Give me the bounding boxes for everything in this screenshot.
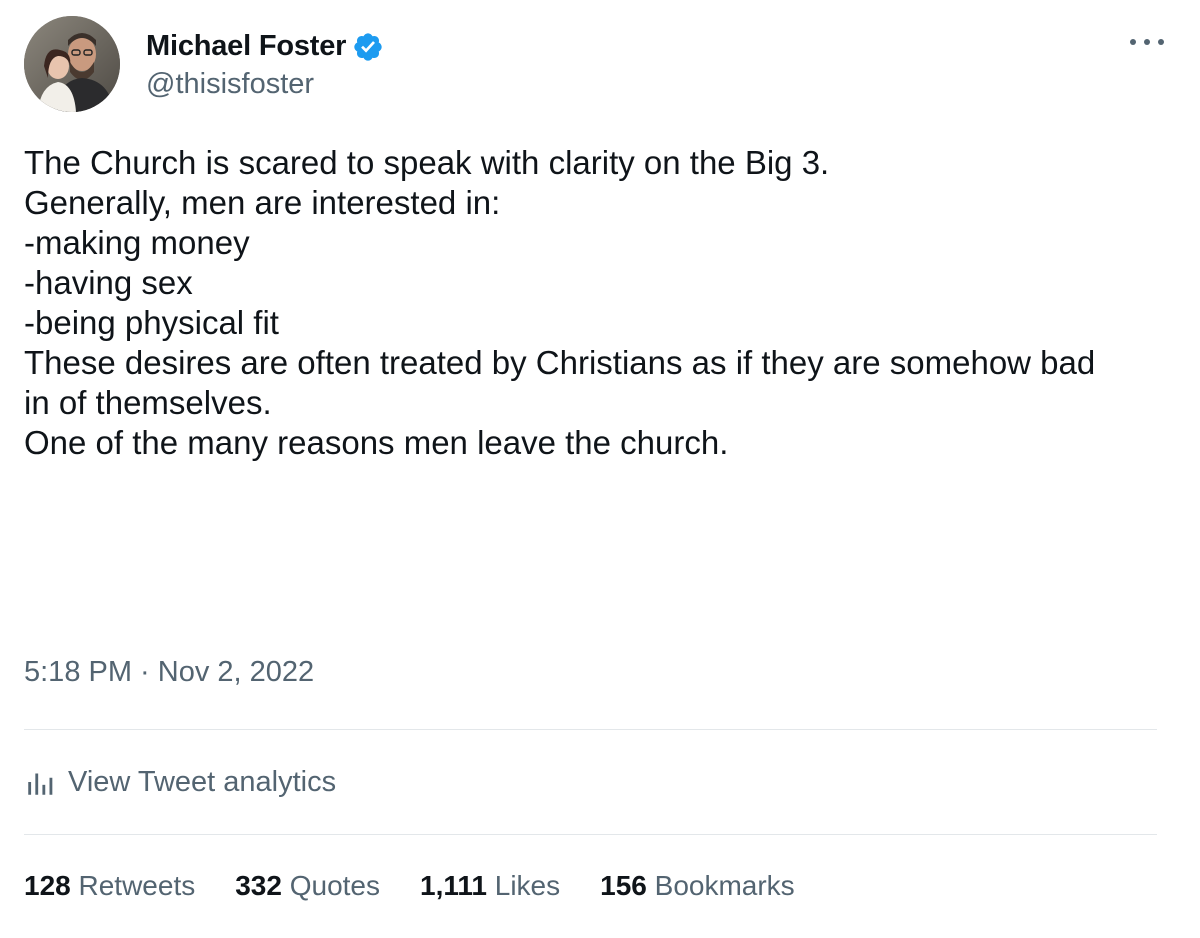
name-row: Michael Foster: [146, 28, 384, 66]
more-options-icon[interactable]: [1130, 30, 1164, 54]
tweet-timestamp[interactable]: 5:18 PM · Nov 2, 2022: [24, 656, 314, 689]
tweet-text: The Church is scared to speak with clari…: [24, 143, 1174, 463]
more-dot: [1158, 39, 1164, 45]
verified-badge-icon[interactable]: [352, 31, 384, 63]
tweet-line: -having sex: [24, 264, 193, 301]
divider: [24, 834, 1157, 835]
stat-count: 128: [24, 870, 79, 901]
likes-stat[interactable]: 1,111 Likes: [420, 870, 560, 902]
tweet-line: The Church is scared to speak with clari…: [24, 144, 830, 181]
tweet-line: -being physical fit: [24, 304, 279, 341]
stat-count: 332: [235, 870, 290, 901]
engagement-stats: 128 Retweets 332 Quotes 1,111 Likes 156 …: [24, 870, 835, 902]
more-dot: [1144, 39, 1150, 45]
stat-count: 156: [600, 870, 655, 901]
view-analytics-link[interactable]: View Tweet analytics: [24, 762, 336, 802]
tweet-line: These desires are often treated by Chris…: [24, 344, 1096, 381]
more-dot: [1130, 39, 1136, 45]
quotes-stat[interactable]: 332 Quotes: [235, 870, 380, 902]
tweet-header: Michael Foster @thisisfoster: [24, 16, 384, 112]
avatar[interactable]: [24, 16, 120, 112]
analytics-bars-icon: [28, 773, 53, 795]
tweet-line: One of the many reasons men leave the ch…: [24, 424, 729, 461]
bookmarks-stat[interactable]: 156 Bookmarks: [600, 870, 795, 902]
stat-label: Bookmarks: [654, 870, 795, 901]
author-names: Michael Foster @thisisfoster: [146, 28, 384, 101]
stat-count: 1,111: [420, 870, 495, 901]
analytics-label: View Tweet analytics: [68, 765, 337, 798]
retweets-stat[interactable]: 128 Retweets: [24, 870, 195, 902]
stat-label: Quotes: [289, 870, 380, 901]
tweet-line: in of themselves.: [24, 384, 272, 421]
tweet-line: -making money: [24, 224, 250, 261]
stat-label: Retweets: [78, 870, 196, 901]
divider: [24, 729, 1157, 730]
tweet-card: Michael Foster @thisisfoster The Church …: [0, 0, 1200, 938]
tweet-line: Generally, men are interested in:: [24, 184, 501, 221]
author-handle[interactable]: @thisisfoster: [146, 68, 384, 101]
author-display-name[interactable]: Michael Foster: [146, 30, 346, 63]
avatar-photo-icon: [24, 16, 120, 112]
stat-label: Likes: [494, 870, 561, 901]
